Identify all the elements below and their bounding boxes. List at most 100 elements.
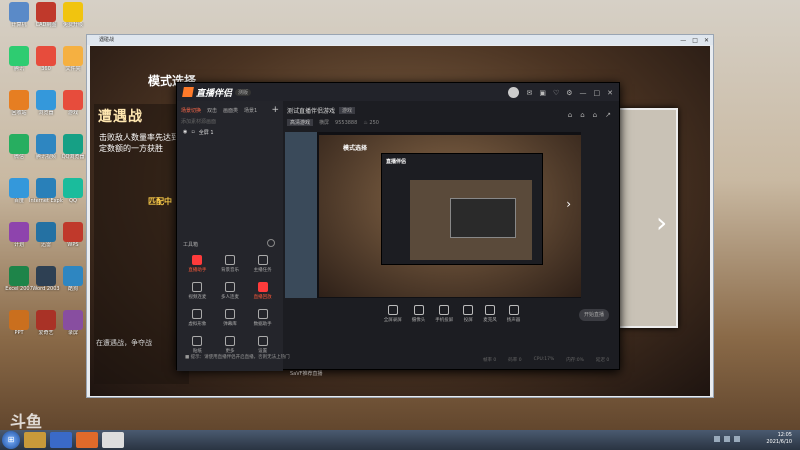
network-icon[interactable] bbox=[714, 436, 720, 442]
desktop-icon[interactable]: 录屏 bbox=[56, 310, 90, 337]
go-live-button[interactable]: 开始直播 bbox=[579, 309, 609, 321]
app-icon bbox=[63, 2, 83, 22]
heart-icon[interactable]: ♡ bbox=[553, 89, 559, 97]
tool-item[interactable]: 主播任务 bbox=[246, 255, 279, 273]
desktop-icon[interactable]: 文件夹 bbox=[56, 46, 90, 73]
tool-item[interactable]: 设置 bbox=[246, 336, 279, 354]
next-arrow-icon[interactable]: › bbox=[656, 206, 667, 239]
tool-label: 背景音乐 bbox=[220, 268, 239, 273]
desktop-icon[interactable]: 免费升级 bbox=[56, 2, 90, 29]
tool-icon bbox=[192, 336, 203, 346]
scene-item[interactable]: ◉ ▫ 全屏 1 bbox=[177, 125, 283, 140]
source-icon bbox=[485, 305, 495, 315]
source-icon bbox=[439, 305, 450, 315]
maximize-icon[interactable]: □ bbox=[692, 36, 698, 46]
source-button[interactable]: 麦克风 bbox=[483, 305, 497, 323]
next-mode-card[interactable] bbox=[618, 108, 678, 328]
desktop-icon-label: 文件夹 bbox=[65, 66, 81, 72]
desktop-icon[interactable]: 游戏 bbox=[56, 90, 90, 117]
quality-chip[interactable]: 高清游戏 bbox=[287, 119, 314, 126]
toolbox-more-icon[interactable] bbox=[267, 239, 275, 247]
status-item: CPU:17% bbox=[533, 357, 555, 362]
taskbar-apps bbox=[20, 432, 124, 448]
close-icon[interactable]: ✕ bbox=[607, 89, 613, 97]
source-button[interactable]: 摄像头 bbox=[412, 305, 425, 323]
tool-item[interactable]: 数据助手 bbox=[246, 309, 279, 327]
tool-item[interactable]: 直播助手 bbox=[181, 255, 214, 273]
app-icon bbox=[36, 90, 56, 110]
lock-icon[interactable]: ▫ bbox=[191, 129, 194, 136]
stream-preview[interactable]: 模式选择 直播伴侣 › bbox=[285, 132, 581, 298]
tool-label: 视频连麦 bbox=[188, 295, 207, 300]
tool-item[interactable]: 弹幕库 bbox=[214, 309, 247, 327]
source-button[interactable]: 投屏 bbox=[463, 305, 474, 323]
desktop-icons: 计算机 CAD制图 免费升级 腾讯 360 文件夹 回收站 浏览器 游戏 微信 腾讯视频 QQ浏览器百… bbox=[0, 0, 84, 430]
source-button[interactable]: 手机投屏 bbox=[435, 305, 453, 323]
share-home-icon[interactable]: ⌂ bbox=[568, 111, 572, 119]
game-window-titlebar[interactable]: 遇碰战 — □ ✕ bbox=[87, 35, 713, 45]
add-source-hint[interactable]: 添加素材源画面 bbox=[177, 114, 283, 125]
desktop-icon[interactable]: QQ bbox=[56, 178, 90, 205]
grid-icon[interactable]: ⌂ bbox=[593, 111, 597, 119]
taskbar-app-icon[interactable] bbox=[24, 432, 46, 448]
clock-date: 2021/6/10 bbox=[766, 439, 792, 445]
source-icon bbox=[508, 305, 519, 315]
preview-desktop-icons bbox=[285, 132, 317, 298]
settings-icon[interactable]: ⚙ bbox=[566, 89, 572, 97]
version-badge[interactable]: 测版 bbox=[235, 88, 252, 96]
desktop-icon-label: QQ浏览器 bbox=[61, 154, 85, 160]
preview-app: 直播伴侣 bbox=[381, 153, 543, 265]
input-method-icon[interactable] bbox=[734, 436, 740, 442]
tool-item[interactable]: 虚拟形象 bbox=[181, 309, 214, 327]
desktop-icon[interactable]: 酷狗 bbox=[56, 266, 90, 293]
close-icon[interactable]: ✕ bbox=[704, 36, 709, 46]
tool-item[interactable]: 直播回放 bbox=[246, 282, 279, 300]
taskbar-app-icon[interactable] bbox=[76, 432, 98, 448]
start-button[interactable]: ⊞ bbox=[2, 431, 20, 449]
minimize-icon[interactable]: — bbox=[580, 89, 587, 97]
layout-icon[interactable]: ⌂ bbox=[580, 111, 584, 119]
desktop-icon[interactable]: WPS bbox=[56, 222, 90, 249]
category-tag[interactable]: 游戏 bbox=[339, 107, 356, 114]
clock[interactable]: 12:05 2021/6/10 bbox=[766, 432, 792, 446]
tab-double[interactable]: 双击 bbox=[207, 107, 217, 114]
add-scene-button[interactable]: + bbox=[271, 105, 279, 115]
tool-item[interactable]: 多人连麦 bbox=[214, 282, 247, 300]
message-icon[interactable]: ✉ bbox=[526, 89, 532, 97]
source-button[interactable]: 扬声器 bbox=[507, 305, 520, 323]
app-footer-mark: SaVF推荐直播 bbox=[290, 371, 323, 377]
tool-item[interactable]: 背景音乐 bbox=[214, 255, 247, 273]
preview-game: 模式选择 直播伴侣 › bbox=[319, 135, 581, 297]
screen-icon[interactable]: ▣ bbox=[539, 89, 546, 97]
maximize-icon[interactable]: □ bbox=[594, 89, 601, 97]
taskbar-app-icon[interactable] bbox=[50, 432, 72, 448]
avatar[interactable] bbox=[508, 87, 520, 98]
scene-label: 全屏 1 bbox=[198, 130, 214, 136]
main-area: 测试直播伴侣游戏 游戏 高清游戏 横屏 9553888 ♨ 250 ⌂ ⌂ ⌂ … bbox=[283, 101, 621, 371]
tool-item[interactable]: 更多 bbox=[214, 336, 247, 354]
tool-icon bbox=[224, 282, 235, 292]
eye-icon[interactable]: ◉ bbox=[183, 129, 187, 136]
tool-item[interactable]: 贴纸 bbox=[181, 336, 214, 354]
source-button[interactable]: 全屏录屏 bbox=[384, 305, 402, 323]
desktop-icon[interactable]: QQ浏览器 bbox=[56, 134, 90, 161]
taskbar-app-icon[interactable] bbox=[102, 432, 124, 448]
tool-item[interactable]: 视频连麦 bbox=[181, 282, 214, 300]
share-icon[interactable]: ↗ bbox=[605, 111, 611, 119]
tab-canvas[interactable]: 画面类 bbox=[223, 107, 238, 114]
volume-icon[interactable] bbox=[724, 436, 730, 442]
tool-label: 虚拟形象 bbox=[188, 322, 207, 327]
source-label: 投屏 bbox=[463, 318, 473, 323]
status-item: 帧率 0 bbox=[483, 358, 497, 363]
app-icon bbox=[63, 46, 83, 66]
app-icon bbox=[63, 222, 83, 242]
tab-scene-switch[interactable]: 场景切换 bbox=[181, 107, 201, 114]
status-item: 内存:0% bbox=[566, 358, 584, 363]
tray-icons bbox=[714, 436, 740, 442]
game-window-title: 遇碰战 bbox=[99, 37, 115, 43]
app-icon bbox=[9, 310, 29, 330]
minimize-icon[interactable]: — bbox=[680, 36, 686, 46]
tab-scene-1[interactable]: 场景1 bbox=[244, 107, 257, 114]
stream-title[interactable]: 测试直播伴侣游戏 bbox=[287, 106, 335, 115]
desktop-icon-label: QQ bbox=[69, 198, 77, 204]
